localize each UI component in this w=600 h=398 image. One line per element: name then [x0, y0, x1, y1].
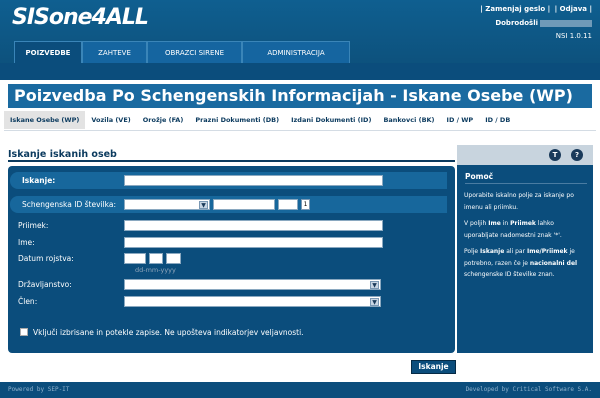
- page-title: Poizvedba Po Schengenskih Informacijah -…: [8, 84, 592, 108]
- ime-input[interactable]: [124, 237, 383, 248]
- tab-obrazci-sirene[interactable]: OBRAZCI SIRENE: [147, 41, 242, 63]
- help-divider: [465, 183, 587, 184]
- birth-month-input[interactable]: [149, 253, 163, 264]
- help-title: Pomoč: [465, 172, 494, 181]
- iskanje-label: Iskanje:: [22, 176, 56, 185]
- text-size-icon[interactable]: T: [549, 149, 561, 161]
- sid-country-select[interactable]: ▼: [124, 199, 210, 210]
- redacted-username: [540, 19, 592, 27]
- help-paragraph-2: V poljih Ime in Priimek lahko uporabljat…: [464, 220, 562, 239]
- priimek-input[interactable]: [124, 220, 383, 231]
- drzavljanstvo-label: Državljanstvo:: [18, 280, 72, 289]
- iskanje-input[interactable]: [124, 175, 383, 186]
- sub-nav: Iskane Osebe (WP) Vozila (VE) Orožje (FA…: [4, 111, 516, 129]
- birth-day-input[interactable]: [124, 253, 146, 264]
- subtab-id-db[interactable]: ID / DB: [479, 111, 516, 129]
- subnav-divider: [4, 130, 596, 131]
- search-form-panel: [8, 166, 455, 353]
- subtab-prazni-dokumenti[interactable]: Prazni Dokumenti (DB): [189, 111, 285, 129]
- subtab-id-wp[interactable]: ID / WP: [441, 111, 480, 129]
- footer: Powered by SEP-IT Developed by Critical …: [0, 382, 600, 398]
- clen-label: Člen:: [18, 297, 38, 306]
- welcome-text: Dobrodošli: [495, 19, 592, 27]
- subtab-orozje[interactable]: Orožje (FA): [137, 111, 190, 129]
- drzavljanstvo-select[interactable]: ▼: [124, 279, 381, 290]
- nav-subbar: [0, 63, 600, 80]
- chevron-down-icon: ▼: [370, 281, 379, 289]
- datum-label: Datum rojstva:: [18, 254, 74, 263]
- tab-administracija[interactable]: ADMINISTRACIJA: [242, 41, 350, 63]
- subtab-iskane-osebe[interactable]: Iskane Osebe (WP): [4, 111, 86, 129]
- version-label: NSI 1.0.11: [555, 32, 592, 40]
- app-logo[interactable]: SISone4ALL: [12, 5, 149, 30]
- clen-select[interactable]: ▼: [124, 296, 381, 307]
- logout-link[interactable]: | Odjava |: [555, 5, 592, 13]
- main-nav: POIZVEDBE ZAHTEVE OBRAZCI SIRENE ADMINIS…: [14, 41, 350, 63]
- include-deleted-label: Vključi izbrisane in potekle zapise. Ne …: [33, 328, 304, 337]
- footer-developed-by: Developed by Critical Software S.A.: [465, 386, 592, 393]
- chevron-down-icon: ▼: [370, 298, 379, 306]
- change-password-link[interactable]: | Zamenjaj geslo |: [480, 5, 550, 13]
- ime-label: Ime:: [18, 238, 35, 247]
- top-links: | Zamenjaj geslo | | Odjava |: [478, 5, 592, 13]
- footer-powered-by: Powered by SEP-IT: [8, 386, 70, 393]
- help-paragraph-1: Uporabite iskalno polje za iskanje po im…: [464, 192, 574, 211]
- subtab-izdani-dokumenti[interactable]: Izdani Dokumenti (ID): [285, 111, 377, 129]
- include-deleted-checkbox[interactable]: [20, 328, 28, 336]
- section-divider: [8, 160, 455, 162]
- sid-check-button[interactable]: 1: [301, 199, 310, 210]
- search-submit-button[interactable]: Iskanje: [411, 360, 456, 374]
- help-paragraph-3: Polje Iskanje ali par Ime/Priimek je pot…: [464, 248, 578, 278]
- sid-number-input[interactable]: [213, 199, 275, 210]
- help-icon[interactable]: ?: [571, 149, 583, 161]
- tab-poizvedbe[interactable]: POIZVEDBE: [14, 41, 82, 63]
- chevron-down-icon: ▼: [199, 201, 208, 209]
- tab-zahteve[interactable]: ZAHTEVE: [82, 41, 147, 63]
- section-title: Iskanje iskanih oseb: [8, 149, 117, 160]
- sid-label: Schengenska ID številka:: [22, 200, 117, 209]
- subtab-bankovci[interactable]: Bankovci (BK): [377, 111, 440, 129]
- subtab-vozila[interactable]: Vozila (VE): [85, 111, 136, 129]
- priimek-label: Priimek:: [18, 221, 49, 230]
- birth-year-input[interactable]: [166, 253, 181, 264]
- date-format-hint: dd-mm-yyyy: [135, 266, 176, 274]
- sid-suffix-input[interactable]: [278, 199, 298, 210]
